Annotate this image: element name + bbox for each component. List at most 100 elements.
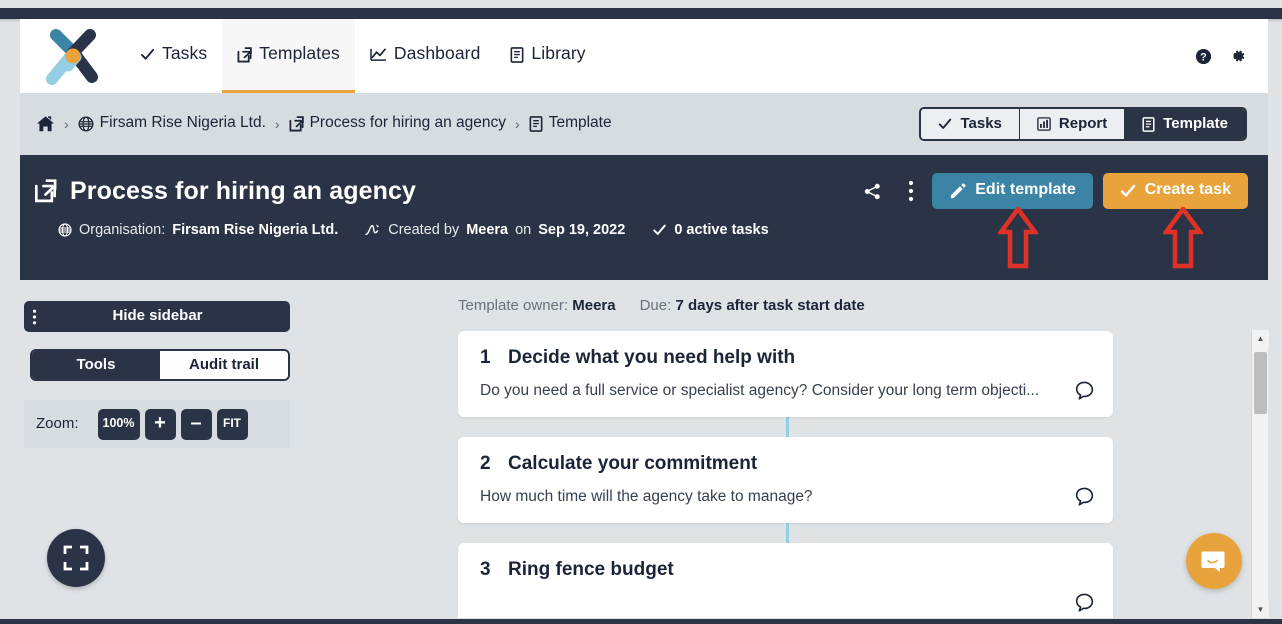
- meta-created-on-value: Sep 19, 2022: [538, 222, 626, 238]
- bar-chart-icon: [1037, 117, 1051, 131]
- zoom-in-button[interactable]: +: [144, 408, 176, 440]
- nav-label-library: Library: [531, 43, 586, 63]
- nav-items: Tasks Templates Dashboard Library: [125, 19, 601, 93]
- browser-chrome-strip: [0, 8, 1282, 19]
- page-header-clipped-row: [20, 238, 1268, 252]
- chart-icon: [370, 48, 386, 61]
- chat-widget-button[interactable]: [1186, 533, 1242, 589]
- zoom-level-button[interactable]: 100%: [97, 408, 140, 440]
- step-description-row: How much time will the agency take to ma…: [480, 486, 1095, 507]
- view-toggle-tasks[interactable]: Tasks: [921, 109, 1020, 139]
- scrollbar-thumb[interactable]: [1254, 352, 1267, 414]
- meta-created-by-label: Created by: [388, 222, 460, 238]
- view-toggle-template[interactable]: Template: [1125, 109, 1245, 139]
- meta-active-tasks-value: 0 active tasks: [674, 222, 769, 238]
- check-icon: [1120, 184, 1135, 197]
- zoom-out-button[interactable]: –: [180, 408, 212, 440]
- zoom-fit-button[interactable]: FIT: [216, 408, 248, 440]
- step-number: 2: [480, 453, 491, 474]
- step-description: Do you need a full service or specialist…: [480, 381, 1040, 399]
- breadcrumb-separator: ›: [274, 116, 280, 132]
- step-description: How much time will the agency take to ma…: [480, 487, 813, 505]
- step-title: Calculate your commitment: [508, 453, 758, 474]
- app-logo[interactable]: [20, 19, 125, 93]
- comment-icon[interactable]: [1074, 380, 1095, 401]
- nav-item-templates[interactable]: Templates: [222, 19, 355, 93]
- view-toggle-report[interactable]: Report: [1019, 109, 1126, 139]
- scrollbar-up-arrow[interactable]: ▲: [1252, 330, 1269, 347]
- breadcrumb: › Firsam Rise Nigeria Ltd. › Process for…: [20, 114, 612, 133]
- nav-label-templates: Templates: [259, 43, 340, 63]
- create-task-button[interactable]: Create task: [1102, 173, 1248, 209]
- scrollbar-down-arrow[interactable]: ▼: [1252, 601, 1269, 618]
- view-toggle-label-template: Template: [1163, 114, 1228, 132]
- help-circle-icon[interactable]: ?: [1195, 48, 1212, 65]
- nav-item-dashboard[interactable]: Dashboard: [355, 19, 496, 93]
- template-owner: Template owner: Meera: [458, 297, 616, 315]
- breadcrumb-item-organisation[interactable]: Firsam Rise Nigeria Ltd.: [78, 114, 266, 133]
- template-owner-label: Template owner:: [458, 297, 569, 314]
- meta-created-by: Created by Meera on Sep 19, 2022: [365, 222, 625, 238]
- hide-sidebar-button[interactable]: Hide sidebar: [24, 301, 290, 332]
- pencil-icon: [951, 182, 966, 198]
- chat-smile-icon: [1201, 551, 1225, 573]
- breadcrumb-label-template-name: Process for hiring an agency: [309, 114, 507, 131]
- edit-template-button[interactable]: Edit template: [932, 173, 1093, 209]
- gear-icon[interactable]: [1228, 47, 1246, 65]
- template-due-value: 7 days after task start date: [675, 297, 865, 314]
- body-area: Hide sidebar Tools Audit trail Zoom: 100…: [20, 280, 1269, 618]
- comment-icon[interactable]: [1074, 592, 1095, 613]
- more-vertical-icon: [24, 309, 43, 325]
- arrow-pointing-create-task: [1163, 207, 1203, 269]
- window-bottom-edge: [0, 619, 1282, 624]
- template-steps-pane: Template owner: Meera Due: 7 days after …: [310, 280, 1248, 618]
- nav-item-library[interactable]: Library: [495, 19, 600, 93]
- template-share-icon: [289, 116, 304, 132]
- meta-organisation-label: Organisation:: [79, 222, 166, 238]
- page-header: Process for hiring an agency Edit templa…: [20, 155, 1268, 280]
- top-navigation-bar: Tasks Templates Dashboard Library ?: [20, 19, 1268, 93]
- template-owner-value: Meera: [572, 297, 616, 314]
- step-title: Ring fence budget: [508, 559, 674, 580]
- expand-fullscreen-button[interactable]: [47, 529, 105, 587]
- breadcrumb-separator: ›: [515, 116, 520, 132]
- zoom-controls: Zoom: 100% + – FIT: [24, 400, 290, 448]
- home-icon: [36, 116, 55, 132]
- sidebar-tab-audit-trail[interactable]: Audit trail: [160, 351, 288, 379]
- more-vertical-icon[interactable]: [900, 176, 922, 206]
- beesy-x-logo-icon: [45, 29, 98, 85]
- meta-created-on-label: on: [515, 222, 532, 238]
- share-nodes-icon[interactable]: [855, 178, 890, 205]
- edit-template-label: Edit template: [975, 181, 1076, 198]
- breadcrumb-label-organisation: Firsam Rise Nigeria Ltd.: [99, 114, 266, 131]
- sidebar-tab-label-audit-trail: Audit trail: [189, 355, 259, 373]
- nav-item-tasks[interactable]: Tasks: [125, 19, 222, 93]
- view-toggle-group: Tasks Report Template: [919, 107, 1247, 141]
- breadcrumb-label-template: Template: [548, 114, 612, 131]
- step-card[interactable]: 1 Decide what you need help with Do you …: [458, 331, 1113, 417]
- step-description-row: Do you need a full service or specialist…: [480, 380, 1095, 401]
- step-title: Decide what you need help with: [508, 347, 796, 368]
- check-icon: [653, 224, 667, 235]
- nav-right-actions: ?: [1195, 19, 1268, 93]
- meta-organisation: Organisation: Firsam Rise Nigeria Ltd.: [58, 222, 338, 238]
- svg-text:?: ?: [1200, 51, 1207, 63]
- vertical-scrollbar[interactable]: ▲ ▼: [1251, 330, 1269, 618]
- view-toggle-label-tasks: Tasks: [960, 114, 1002, 132]
- sidebar-tab-tools[interactable]: Tools: [32, 351, 160, 379]
- step-card[interactable]: 3 Ring fence budget: [458, 543, 1113, 618]
- view-toggle-label-report: Report: [1058, 114, 1108, 132]
- zoom-in-label: +: [154, 411, 166, 434]
- expand-fullscreen-icon: [63, 545, 89, 571]
- comment-icon[interactable]: [1074, 486, 1095, 507]
- breadcrumb-item-home[interactable]: [36, 115, 55, 133]
- check-icon: [939, 118, 952, 129]
- document-icon: [529, 116, 543, 132]
- globe-icon: [58, 223, 72, 237]
- left-sidebar: Hide sidebar Tools Audit trail Zoom: 100…: [20, 280, 310, 618]
- breadcrumb-item-template-name[interactable]: Process for hiring an agency: [289, 114, 507, 133]
- zoom-out-label: –: [190, 411, 202, 434]
- step-card[interactable]: 2 Calculate your commitment How much tim…: [458, 437, 1113, 523]
- breadcrumb-item-template[interactable]: Template: [529, 114, 612, 133]
- logo-center-dot: [65, 48, 80, 64]
